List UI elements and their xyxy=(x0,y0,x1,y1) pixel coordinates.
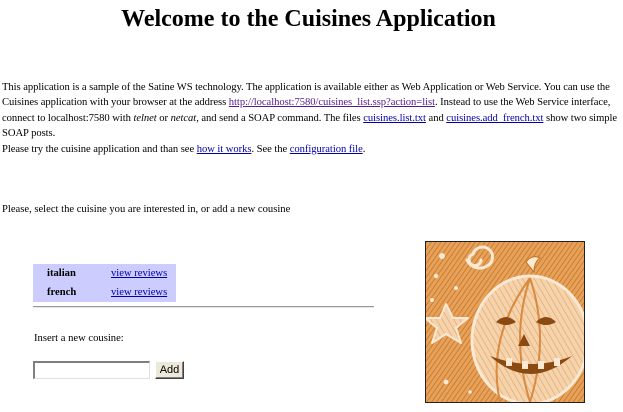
cuisine-name: italian xyxy=(47,268,76,279)
new-cuisine-input[interactable] xyxy=(33,361,150,379)
view-reviews-link-italian[interactable]: view reviews xyxy=(111,268,167,279)
configuration-file-link[interactable]: configuration file xyxy=(290,144,363,155)
app-url-link[interactable]: http://localhost:7580/cuisines_list.ssp?… xyxy=(229,97,435,108)
cuisine-row-french: french view reviews xyxy=(33,283,176,302)
pumpkin-sun-icon xyxy=(426,242,584,402)
intro-text-5: and xyxy=(425,112,447,124)
intro-text-3: or xyxy=(156,112,171,124)
divider xyxy=(33,306,374,308)
telnet-text: telnet xyxy=(133,112,157,124)
cuisine-name: french xyxy=(47,287,77,298)
intro-paragraph: This application is a sample of the Sati… xyxy=(2,80,621,157)
cuisines-add-french-file-link[interactable]: cuisines.add_french.txt xyxy=(446,113,543,124)
netcat-text: netcat xyxy=(170,112,197,124)
cuisine-row-italian: italian view reviews xyxy=(33,264,176,283)
intro-text-4: , and send a SOAP command. The files xyxy=(196,112,364,124)
page-title: Welcome to the Cuisines Application xyxy=(121,6,496,32)
intro-text-7: Please try the cuisine application and t… xyxy=(2,143,197,155)
insert-cuisine-label: Insert a new cousine: xyxy=(34,333,124,344)
cuisines-list-file-link[interactable]: cuisines.list.txt xyxy=(363,113,426,124)
add-button[interactable]: Add xyxy=(155,361,184,379)
cuisine-list-table: italian view reviews french view reviews xyxy=(33,264,176,302)
view-reviews-link-french[interactable]: view reviews xyxy=(111,287,167,298)
how-it-works-link[interactable]: how it works xyxy=(197,144,252,155)
intro-text-8: . See the xyxy=(251,143,290,155)
select-prompt: Please, select the cuisine you are inter… xyxy=(2,204,291,215)
pumpkin-illustration xyxy=(425,241,585,403)
cuisine-link-cell: view reviews xyxy=(111,264,176,283)
intro-text-9: . xyxy=(362,143,366,155)
cuisine-link-cell: view reviews xyxy=(111,283,176,302)
